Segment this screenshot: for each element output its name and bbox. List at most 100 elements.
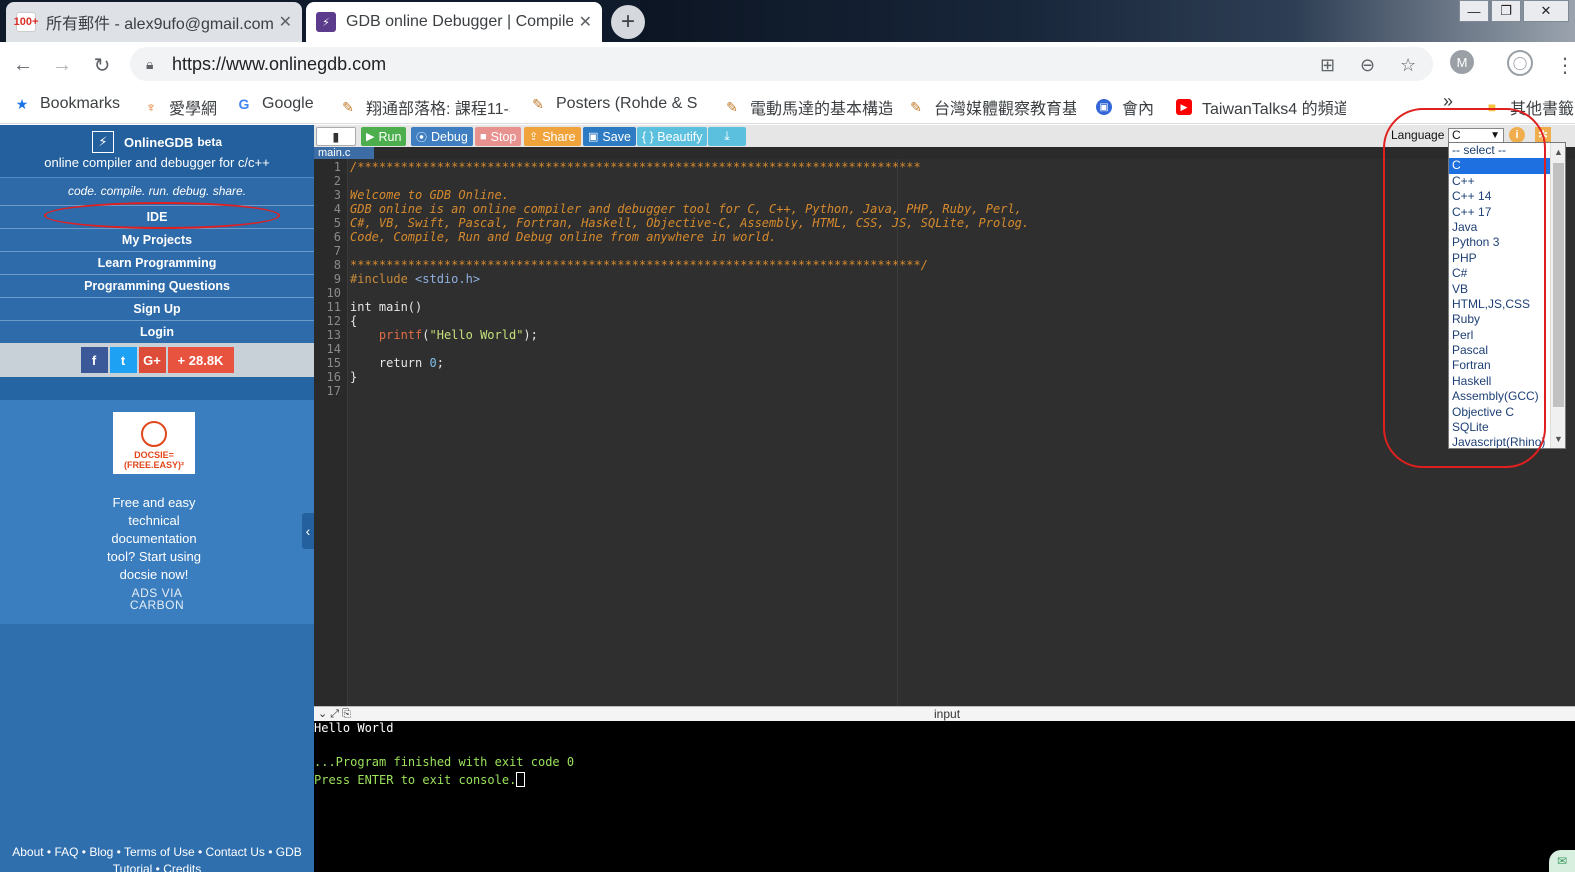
language-option[interactable]: Fortran [1449, 358, 1565, 373]
language-option[interactable]: PHP [1449, 251, 1565, 266]
twitter-icon[interactable]: t [109, 347, 137, 373]
code-line[interactable]: int main() [350, 300, 422, 314]
scroll-up-icon[interactable]: ▲ [1551, 145, 1565, 159]
bookmark-item[interactable]: ✎ Posters (Rohde & Sc [530, 95, 698, 113]
nav-login[interactable]: Login [0, 320, 314, 343]
close-window-button[interactable]: ✕ [1523, 0, 1569, 22]
language-option[interactable]: Java [1449, 220, 1565, 235]
copy-icon[interactable]: ⎘ [342, 708, 351, 720]
beautify-button[interactable]: { } Beautify [637, 127, 708, 146]
code-editor[interactable]: 1 2 3 4 5 6 7 8 9 10 11 12 13 14 15 16 17 /*************… [314, 159, 1575, 706]
new-file-icon[interactable]: ▮ [316, 127, 356, 146]
stop-button[interactable]: ■ Stop [475, 127, 522, 146]
code-line[interactable]: Welcome to GDB Online. [350, 188, 509, 202]
code-line[interactable]: ****************************************… [350, 258, 928, 272]
scroll-down-icon[interactable]: ▼ [1551, 432, 1565, 446]
scroll-thumb[interactable] [1553, 163, 1564, 407]
collapse-icon[interactable]: ⌄ [318, 708, 327, 720]
ad-text[interactable]: Free and easy technical documentation to… [100, 494, 208, 584]
language-option[interactable]: C# [1449, 266, 1565, 281]
translate-icon[interactable]: ⊞ [1320, 55, 1335, 76]
code-line[interactable]: return 0; [350, 356, 444, 370]
browser-tab-gmail[interactable]: 100+ 所有郵件 - alex9ufo@gmail.com ✕ [6, 2, 302, 42]
language-option[interactable]: C++ 14 [1449, 189, 1565, 204]
minimize-button[interactable]: — [1459, 0, 1489, 22]
dropdown-scrollbar[interactable]: ▲ ▼ [1550, 143, 1565, 448]
language-option[interactable]: -- select -- [1449, 143, 1565, 158]
bookmark-star-icon[interactable]: ☆ [1400, 55, 1416, 76]
file-tab-main-c[interactable]: main.c [314, 147, 374, 159]
browser-tab-gdb[interactable]: ⚡ GDB online Debugger | Compiler ✕ [306, 2, 602, 42]
code-line[interactable]: GDB online is an online compiler and deb… [350, 202, 1022, 216]
language-option[interactable]: Perl [1449, 328, 1565, 343]
url-text[interactable]: https://www.onlinegdb.com [172, 54, 386, 75]
bookmark-item[interactable]: ♆ 愛學網 [143, 95, 223, 119]
console-input-tab[interactable]: input [934, 707, 960, 721]
ads-via-carbon[interactable]: ADS VIA CARBON [0, 587, 314, 611]
download-icon[interactable]: ⤓ [708, 127, 746, 146]
google-plus-icon[interactable]: G+ [138, 347, 166, 373]
bookmark-item[interactable]: ▶ TaiwanTalks4 的頻道 [1176, 95, 1346, 119]
back-icon[interactable]: ← [10, 52, 36, 78]
language-select[interactable]: C ▼ [1448, 128, 1504, 143]
language-dropdown-list[interactable]: -- select -- C C++ C++ 14 C++ 17 Java Python 3… [1448, 142, 1566, 449]
close-tab-icon[interactable]: ✕ [579, 12, 592, 32]
debug-button[interactable]: ⦿ Debug [411, 127, 473, 146]
nav-programming-questions[interactable]: Programming Questions [0, 274, 314, 297]
run-button[interactable]: ▶ Run [361, 127, 407, 146]
reload-icon[interactable]: ↻ [89, 52, 115, 78]
zoom-out-icon[interactable]: ⊖ [1360, 55, 1375, 76]
docsie-logo[interactable]: DOCSIE= (FREE.EASY)² [113, 412, 195, 474]
language-option[interactable]: Javascript(Rhino) [1449, 435, 1565, 448]
close-tab-icon[interactable]: ✕ [279, 12, 292, 32]
code-line[interactable]: { [350, 314, 357, 328]
language-option[interactable]: C++ [1449, 174, 1565, 189]
bookmark-item[interactable]: ✎ 電動馬達的基本構造 [724, 95, 892, 119]
maximize-button[interactable]: ❐ [1491, 0, 1521, 22]
carbon-ad[interactable]: DOCSIE= (FREE.EASY)² Free and easy techn… [0, 400, 314, 624]
language-option[interactable]: C++ 17 [1449, 205, 1565, 220]
bookmark-item[interactable]: G Google [236, 95, 322, 113]
nav-sign-up[interactable]: Sign Up [0, 297, 314, 320]
new-tab-button[interactable]: + [611, 5, 645, 39]
code-line[interactable]: C#, VB, Swift, Pascal, Fortran, Haskell,… [350, 216, 1029, 230]
bookmark-item[interactable]: ✎ 台灣媒體觀察教育基金 [908, 95, 1076, 119]
share-button[interactable]: ⇪ Share [524, 127, 581, 146]
gear-icon[interactable]: ✻ [1535, 127, 1551, 143]
console-controls[interactable]: ⌄ ⤢ ⎘ [318, 707, 351, 721]
address-bar[interactable]: 🔒︎ https://www.onlinegdb.com ⊞ ⊖ ☆ [130, 47, 1433, 81]
bookmark-item[interactable]: ▣ 會內 [1096, 95, 1158, 119]
language-option[interactable]: Python 3 [1449, 235, 1565, 250]
info-icon[interactable]: i [1509, 127, 1525, 143]
forward-icon[interactable]: → [49, 52, 75, 78]
language-option[interactable]: SQLite [1449, 420, 1565, 435]
code-line[interactable]: Code, Compile, Run and Debug online from… [350, 230, 776, 244]
mail-notification-icon[interactable]: ✉ [1549, 850, 1575, 872]
code-line[interactable]: } [350, 370, 357, 384]
output-console[interactable]: Hello World ...Program finished with exi… [314, 721, 1575, 872]
share-count-button[interactable]: + 28.8K [167, 347, 234, 373]
language-option[interactable]: Haskell [1449, 374, 1565, 389]
language-option[interactable]: Pascal [1449, 343, 1565, 358]
extension-icon[interactable]: M [1450, 50, 1474, 74]
code-line[interactable]: #include <stdio.h> [350, 272, 480, 286]
code-line[interactable]: /***************************************… [350, 160, 921, 174]
menu-kebab-icon[interactable]: ⋮ [1552, 52, 1575, 78]
collapse-sidebar-icon[interactable]: ‹ [302, 513, 314, 549]
nav-my-projects[interactable]: My Projects [0, 228, 314, 251]
bookmark-item[interactable]: ✎ 翔通部落格: 課程11-5 [340, 95, 510, 119]
language-option[interactable]: Assembly(GCC) [1449, 389, 1565, 404]
bookmark-item[interactable]: ★ Bookmarks [14, 95, 126, 113]
save-button[interactable]: ▣ Save [583, 127, 636, 146]
other-bookmarks[interactable]: ■ 其他書籤 [1484, 95, 1575, 119]
facebook-icon[interactable]: f [80, 347, 108, 373]
nav-ide[interactable]: IDE [0, 205, 314, 228]
language-option[interactable]: Ruby [1449, 312, 1565, 327]
language-option[interactable]: VB [1449, 282, 1565, 297]
bookmarks-overflow[interactable]: » [1443, 91, 1453, 112]
code-line[interactable]: printf("Hello World"); [350, 328, 538, 342]
language-option[interactable]: C [1449, 158, 1565, 174]
sidebar-footer-links[interactable]: About • FAQ • Blog • Terms of Use • Cont… [0, 844, 314, 878]
profile-avatar-icon[interactable]: ◯ [1507, 50, 1533, 76]
nav-learn-programming[interactable]: Learn Programming [0, 251, 314, 274]
